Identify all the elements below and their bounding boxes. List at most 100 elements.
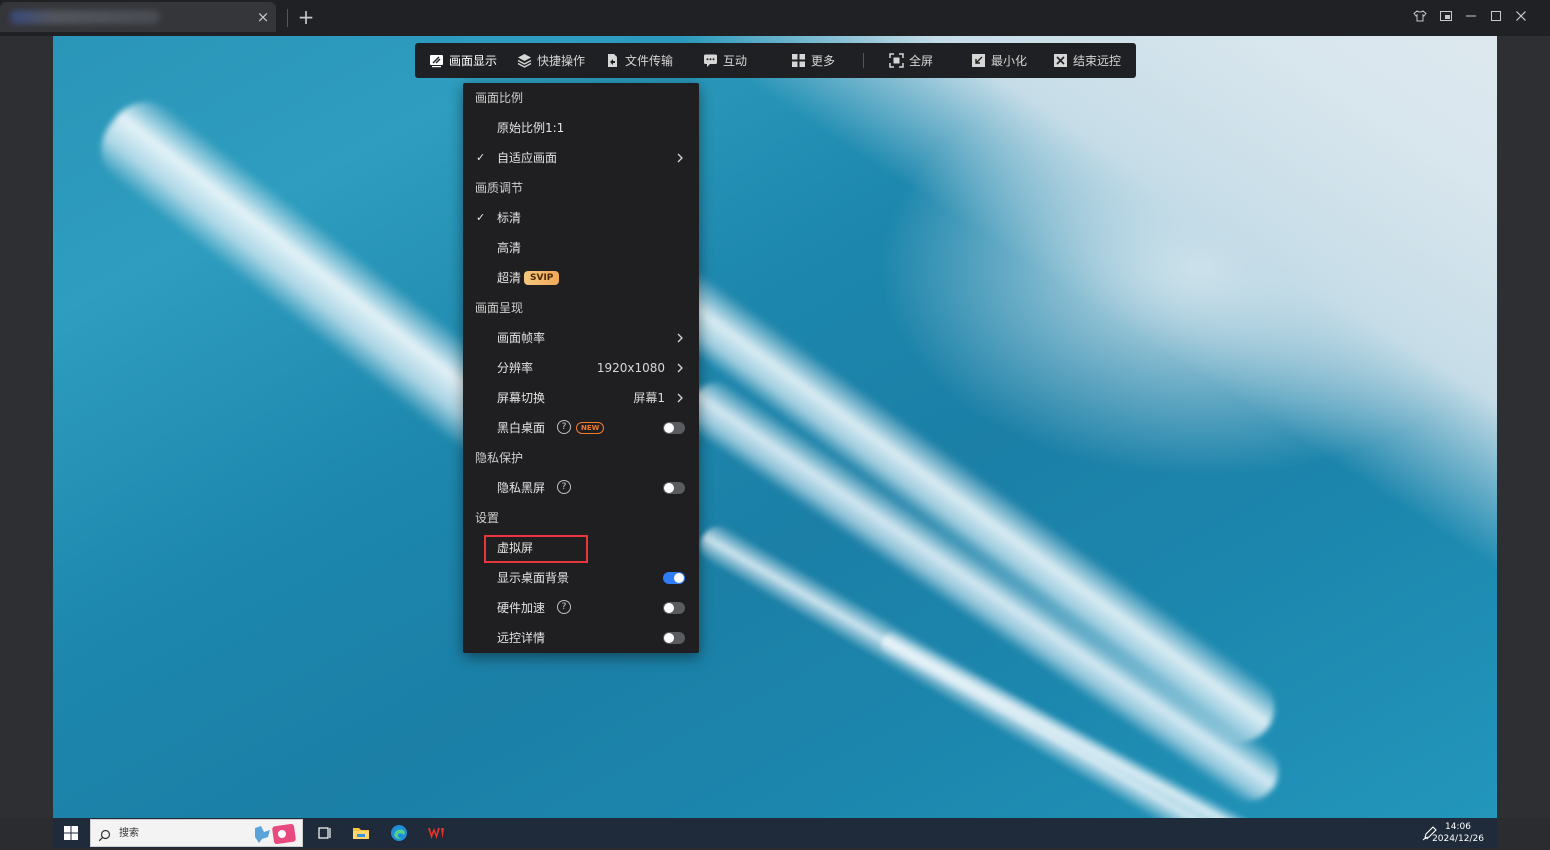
- menu-item-hw-accel: 硬件加速 ?: [463, 593, 699, 623]
- title-bar: × +: [0, 0, 1550, 36]
- menu-item-label: 标清: [497, 211, 522, 225]
- toolbar-quick-actions-button[interactable]: 快捷操作: [517, 43, 585, 78]
- window-maximize-icon[interactable]: [1487, 9, 1505, 27]
- menu-item-bw-desktop: 黑白桌面 ? NEW: [463, 413, 699, 443]
- windows-start-icon[interactable]: [63, 825, 79, 841]
- file-explorer-icon[interactable]: [351, 823, 371, 843]
- section-label: 隐私保护: [475, 451, 524, 465]
- remote-taskbar: 搜索 14:06 2024/12/26: [53, 818, 1497, 848]
- end-remote-icon: [1053, 53, 1068, 68]
- fullscreen-icon: [889, 53, 904, 68]
- toolbar-display-button[interactable]: 画面显示: [429, 43, 497, 78]
- menu-item-label: 隐私黑屏: [497, 481, 546, 495]
- section-aspect-ratio: 画面比例: [463, 83, 699, 113]
- menu-item-label: 黑白桌面: [497, 421, 546, 435]
- toolbar-fullscreen-label: 全屏: [909, 54, 934, 68]
- remote-desktop-view[interactable]: [53, 36, 1497, 818]
- svip-badge: SVIP: [524, 271, 560, 285]
- menu-item-fit-screen[interactable]: ✓ 自适应画面: [463, 143, 699, 173]
- section-label: 画质调节: [475, 181, 524, 195]
- menu-item-original-ratio[interactable]: 原始比例1:1: [463, 113, 699, 143]
- window-close-icon[interactable]: [1512, 9, 1530, 27]
- remote-details-toggle[interactable]: [663, 632, 685, 644]
- left-gutter: [0, 36, 53, 818]
- remote-session-tab[interactable]: ×: [0, 2, 276, 32]
- toolbar-minimize-button[interactable]: 最小化: [971, 43, 1027, 78]
- right-gutter: [1497, 36, 1550, 818]
- toolbar-minimize-label: 最小化: [991, 54, 1028, 68]
- menu-item-frame-rate[interactable]: 画面帧率: [463, 323, 699, 353]
- taskbar-clock[interactable]: 14:06 2024/12/26: [1423, 821, 1493, 845]
- file-transfer-icon: [605, 53, 620, 68]
- toolbar-quick-actions-label: 快捷操作: [537, 54, 586, 68]
- picture-in-picture-icon[interactable]: [1437, 9, 1455, 27]
- menu-item-label: 显示桌面背景: [497, 571, 570, 585]
- layers-icon: [517, 53, 532, 68]
- section-settings: 设置: [463, 503, 699, 533]
- menu-item-label: 高清: [497, 241, 522, 255]
- menu-item-resolution[interactable]: 分辨率 1920x1080: [463, 353, 699, 383]
- resolution-value: 1920x1080: [596, 361, 665, 375]
- toolbar-end-remote-button[interactable]: 结束远控: [1053, 43, 1121, 78]
- menu-item-label: 超清: [497, 271, 522, 285]
- toolbar-file-transfer-label: 文件传输: [625, 54, 674, 68]
- toolbar-display-label: 画面显示: [449, 54, 498, 68]
- check-icon: ✓: [476, 151, 486, 164]
- section-privacy: 隐私保护: [463, 443, 699, 473]
- clock-date: 2024/12/26: [1432, 834, 1484, 844]
- new-tab-icon[interactable]: +: [296, 6, 316, 28]
- menu-item-screen-switch[interactable]: 屏幕切换 屏幕1: [463, 383, 699, 413]
- toolbar-interact-button[interactable]: 互动: [703, 43, 747, 78]
- menu-item-label: 分辨率: [497, 361, 534, 375]
- menu-item-label: 原始比例1:1: [497, 121, 565, 135]
- grid-icon: [791, 53, 806, 68]
- chevron-right-icon: [674, 392, 686, 404]
- check-icon: ✓: [476, 211, 486, 224]
- menu-item-label: 自适应画面: [497, 151, 558, 165]
- chevron-right-icon: [674, 152, 686, 164]
- toolbar-end-remote-label: 结束远控: [1073, 54, 1122, 68]
- taskbar-search-box[interactable]: 搜索: [90, 819, 303, 847]
- menu-item-quality-uhd[interactable]: 超清 SVIP: [463, 263, 699, 293]
- edge-browser-icon[interactable]: [389, 823, 409, 843]
- wps-office-icon[interactable]: [426, 823, 446, 843]
- tab-divider: [287, 9, 288, 27]
- search-highlight-art-icon: [251, 822, 301, 846]
- menu-item-quality-sd[interactable]: ✓ 标清: [463, 203, 699, 233]
- section-label: 画面比例: [475, 91, 524, 105]
- search-icon: [98, 827, 111, 842]
- menu-item-remote-details: 远控详情: [463, 623, 699, 653]
- section-label: 画面呈现: [475, 301, 524, 315]
- display-settings-menu: 画面比例 原始比例1:1 ✓ 自适应画面 画质调节 ✓ 标清 高清 超清 SVI…: [463, 83, 699, 653]
- section-label: 设置: [475, 511, 500, 525]
- help-icon[interactable]: ?: [557, 480, 571, 494]
- menu-item-label: 画面帧率: [497, 331, 546, 345]
- help-icon[interactable]: ?: [557, 420, 571, 434]
- help-icon[interactable]: ?: [557, 600, 571, 614]
- menu-item-quality-hd[interactable]: 高清: [463, 233, 699, 263]
- section-quality: 画质调节: [463, 173, 699, 203]
- menu-item-privacy-black: 隐私黑屏 ?: [463, 473, 699, 503]
- skin-icon[interactable]: [1411, 9, 1429, 27]
- clock-time: 14:06: [1445, 822, 1471, 832]
- show-wallpaper-toggle[interactable]: [663, 572, 685, 584]
- privacy-black-toggle[interactable]: [663, 482, 685, 494]
- new-badge: NEW: [576, 422, 605, 434]
- remote-control-toolbar: 画面显示 快捷操作 文件传输 互动 更多 全屏 最小化 结束远控: [415, 43, 1136, 78]
- chat-icon: [703, 53, 718, 68]
- tab-close-icon[interactable]: ×: [254, 8, 272, 26]
- virtual-screen-highlight-box: [484, 535, 588, 563]
- menu-item-label: 硬件加速: [497, 601, 546, 615]
- hw-accel-toggle[interactable]: [663, 602, 685, 614]
- task-view-icon[interactable]: [315, 823, 335, 843]
- window-minimize-icon[interactable]: [1462, 9, 1480, 27]
- toolbar-fullscreen-button[interactable]: 全屏: [889, 43, 933, 78]
- chevron-right-icon: [674, 332, 686, 344]
- toolbar-more-button[interactable]: 更多: [791, 43, 835, 78]
- menu-item-label: 屏幕切换: [497, 391, 546, 405]
- bw-desktop-toggle[interactable]: [663, 422, 685, 434]
- toolbar-divider: [863, 53, 864, 68]
- toolbar-more-label: 更多: [811, 54, 836, 68]
- toolbar-file-transfer-button[interactable]: 文件传输: [605, 43, 673, 78]
- tab-title-blurred: [10, 10, 160, 24]
